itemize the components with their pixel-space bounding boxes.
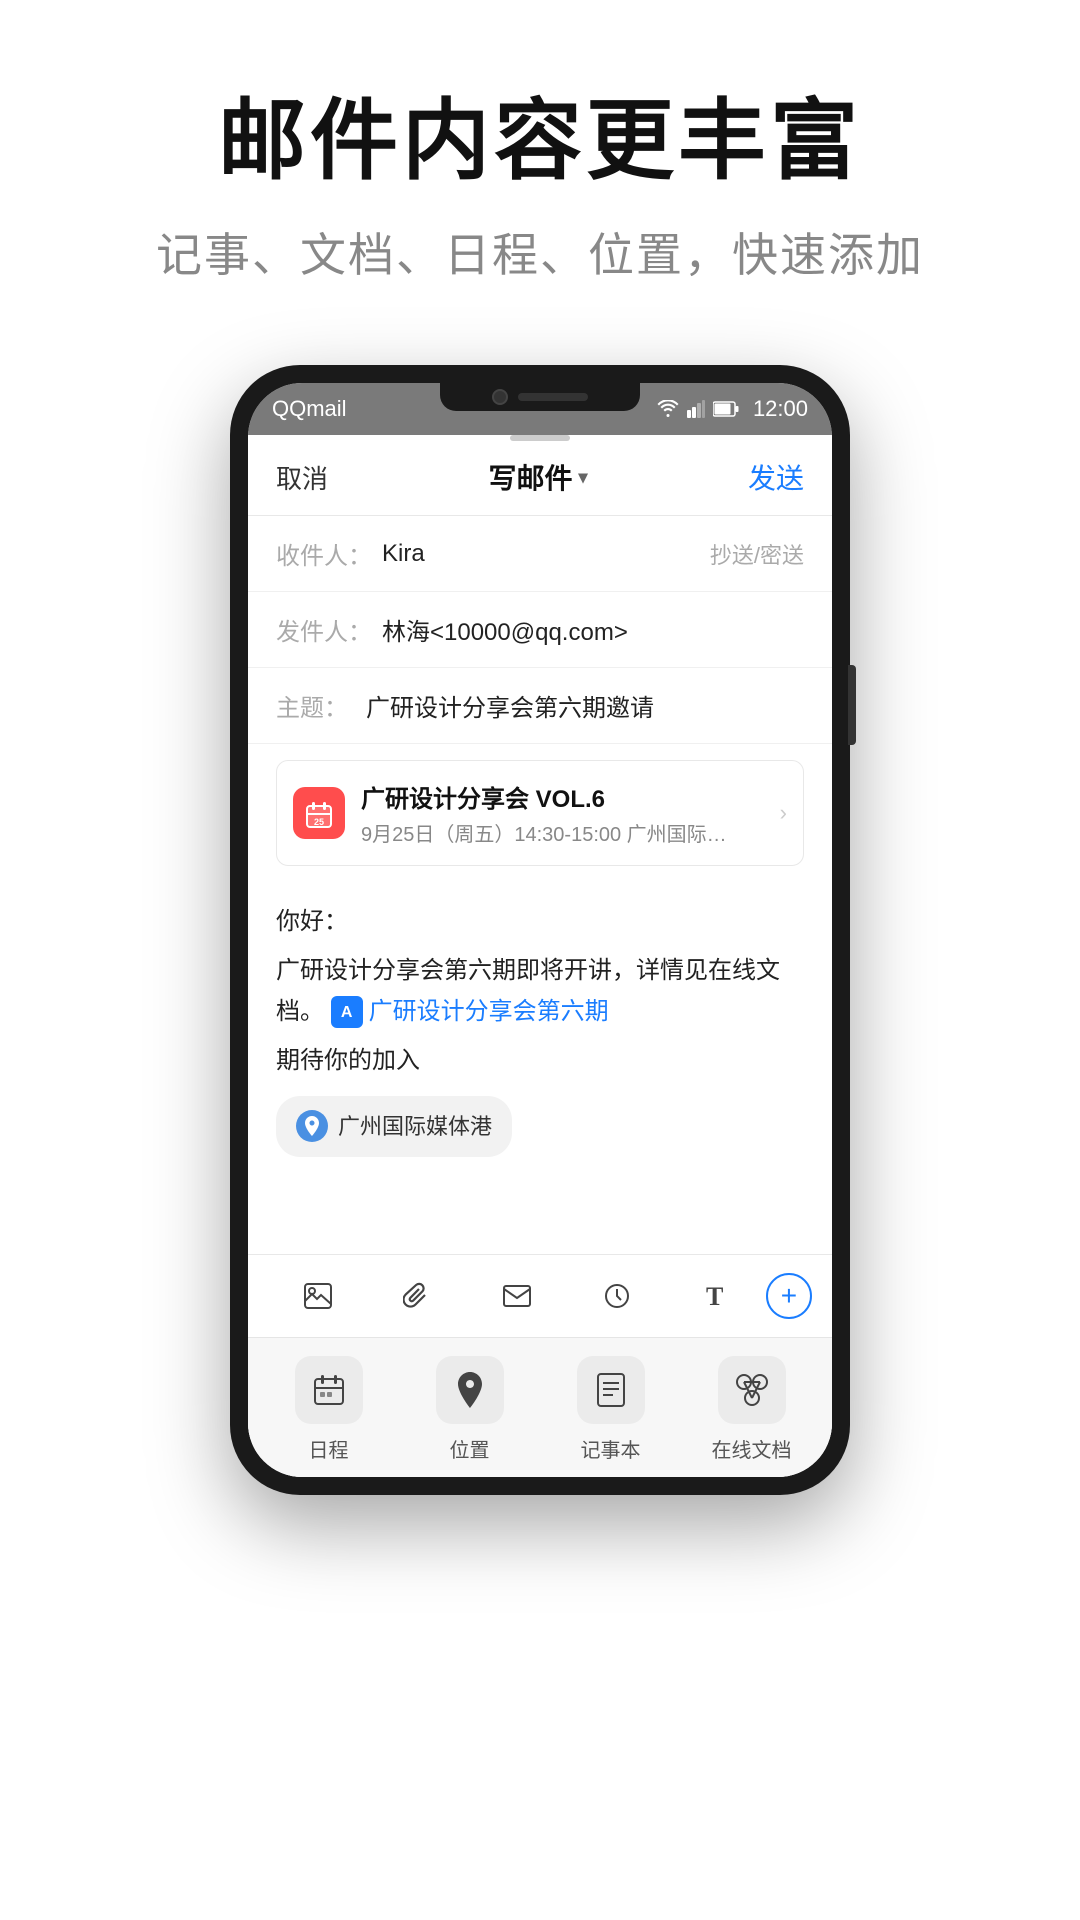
page-subtitle: 记事、文档、日程、位置，快速添加 [0, 219, 1080, 285]
phone-mockup: QQmail [0, 365, 1080, 1495]
image-icon[interactable] [268, 1271, 368, 1321]
toolbar: T + [248, 1254, 832, 1337]
svg-text:T: T [706, 1283, 723, 1309]
inline-doc[interactable]: A 广研设计分享会第六期 [331, 992, 609, 1033]
email-icon[interactable] [467, 1271, 567, 1321]
doc-link[interactable]: 广研设计分享会第六期 [369, 992, 609, 1033]
recipient-value[interactable]: Kira [382, 540, 710, 568]
quick-action-location[interactable]: 位置 [399, 1356, 540, 1463]
clock-icon[interactable] [567, 1271, 667, 1321]
text-format-icon[interactable]: T [666, 1271, 766, 1321]
event-chevron-icon: › [780, 800, 787, 826]
phone-notch [440, 383, 640, 411]
event-time: 9月25日（周五）14:30-15:00 广州国际… [361, 818, 764, 847]
quick-action-calendar[interactable]: 日程 [258, 1356, 399, 1463]
note-action-icon [577, 1356, 645, 1424]
event-title: 广研设计分享会 VOL.6 [361, 779, 764, 814]
event-card[interactable]: 25 广研设计分享会 VOL.6 9月25日（周五）14:30-15:00 广州… [276, 760, 804, 866]
location-pin-icon [296, 1110, 328, 1142]
side-button [848, 665, 856, 745]
quick-action-note[interactable]: 记事本 [540, 1356, 681, 1463]
note-action-label: 记事本 [581, 1434, 641, 1463]
signal-icon [687, 400, 705, 418]
compose-title: 写邮件 ▾ [488, 457, 587, 497]
scroll-indicator [510, 435, 570, 441]
email-body[interactable]: 你好： 广研设计分享会第六期即将开讲，详情见在线文 档。 A 广研设计分享会第六… [248, 882, 832, 1254]
body-closing: 期待你的加入 [276, 1041, 804, 1082]
doc-icon: A [331, 996, 363, 1028]
status-app-name: QQmail [272, 396, 347, 422]
location-action-label: 位置 [450, 1434, 490, 1463]
quick-action-doc[interactable]: 在线文档 [681, 1356, 822, 1463]
status-icons: 12:00 [657, 396, 808, 422]
sender-row: 发件人： 林海<10000@qq.com> [248, 592, 832, 668]
location-text: 广州国际媒体港 [338, 1108, 492, 1145]
subject-value[interactable]: 广研设计分享会第六期邀请 [366, 688, 804, 723]
send-button[interactable]: 发送 [748, 457, 804, 497]
doc-action-icon [718, 1356, 786, 1424]
page-header: 邮件内容更丰富 记事、文档、日程、位置，快速添加 [0, 0, 1080, 325]
phone-screen: QQmail [248, 383, 832, 1477]
calendar-event-icon: 25 [305, 797, 333, 829]
speaker [518, 393, 588, 401]
plus-button[interactable]: + [766, 1273, 812, 1319]
compose-topbar: 取消 写邮件 ▾ 发送 [248, 435, 832, 516]
quick-actions: 日程 位置 [248, 1337, 832, 1477]
location-action-icon [436, 1356, 504, 1424]
svg-text:25: 25 [314, 817, 324, 827]
subject-label: 主题： [276, 688, 356, 723]
calendar-action-label: 日程 [309, 1434, 349, 1463]
location-chip[interactable]: 广州国际媒体港 [276, 1082, 804, 1157]
recipient-row: 收件人： Kira 抄送/密送 [248, 516, 832, 592]
status-time: 12:00 [753, 396, 808, 422]
app-content: 取消 写邮件 ▾ 发送 收件人： Kira 抄送/密送 发件人： 林海<10 [248, 435, 832, 1477]
sender-value[interactable]: 林海<10000@qq.com> [382, 612, 804, 647]
camera [492, 389, 508, 405]
page-title: 邮件内容更丰富 [0, 90, 1080, 191]
body-text: 广研设计分享会第六期即将开讲，详情见在线文 档。 A 广研设计分享会第六期 [276, 951, 804, 1033]
body-greeting: 你好： [276, 902, 804, 943]
subject-row: 主题： 广研设计分享会第六期邀请 [248, 668, 832, 744]
calendar-action-icon [295, 1356, 363, 1424]
phone-outer: QQmail [230, 365, 850, 1495]
doc-action-label: 在线文档 [712, 1434, 792, 1463]
event-info: 广研设计分享会 VOL.6 9月25日（周五）14:30-15:00 广州国际… [361, 779, 764, 847]
sender-label: 发件人： [276, 612, 372, 647]
recipient-label: 收件人： [276, 536, 372, 571]
chevron-down-icon: ▾ [578, 467, 587, 488]
event-icon: 25 [293, 787, 345, 839]
cancel-button[interactable]: 取消 [276, 459, 328, 496]
battery-icon [713, 401, 739, 417]
wifi-icon [657, 400, 679, 418]
cc-action[interactable]: 抄送/密送 [710, 538, 804, 570]
attach-icon[interactable] [368, 1271, 468, 1321]
